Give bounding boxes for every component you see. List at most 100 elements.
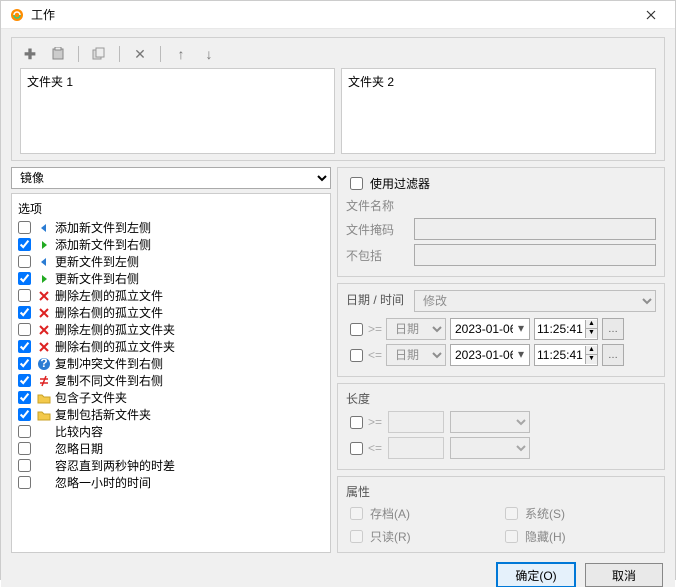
copy-icon[interactable] [89, 44, 109, 64]
folder-pane-2[interactable]: 文件夹 2 [341, 68, 656, 154]
option-row[interactable]: 忽略一小时的时间 [16, 474, 326, 491]
option-row[interactable]: 复制不同文件到右侧 [16, 372, 326, 389]
exclude-input[interactable] [414, 244, 656, 266]
ok-button[interactable]: 确定(O) [497, 563, 575, 587]
datetime-panel: 日期 / 时间 修改 >= 日期 ▲▼ … [337, 283, 665, 377]
option-row[interactable]: 容忍直到两秒钟的时差 [16, 457, 326, 474]
option-checkbox[interactable] [18, 221, 31, 234]
date-ge-picker-button[interactable]: … [602, 318, 624, 340]
option-checkbox[interactable] [18, 323, 31, 336]
option-row[interactable]: 添加新文件到左侧 [16, 219, 326, 236]
folder-pane-1[interactable]: 文件夹 1 [20, 68, 335, 154]
delete-red-icon [37, 323, 51, 337]
option-label: 忽略日期 [55, 440, 103, 457]
attr-hidden-checkbox[interactable] [505, 530, 518, 543]
add-icon[interactable]: ✚ [20, 44, 40, 64]
date-le-input[interactable] [450, 344, 530, 366]
use-filter-checkbox[interactable] [350, 177, 363, 190]
option-checkbox[interactable] [18, 476, 31, 489]
length-ge-unit-select[interactable] [450, 411, 530, 433]
close-button[interactable] [635, 1, 667, 29]
option-row[interactable]: ?复制冲突文件到右侧 [16, 355, 326, 372]
attr-system-checkbox[interactable] [505, 507, 518, 520]
folder-2-label: 文件夹 2 [348, 75, 394, 89]
toolbar-separator [160, 46, 161, 62]
length-le-checkbox[interactable] [350, 442, 363, 455]
option-label: 比较内容 [55, 423, 103, 440]
option-row[interactable]: 删除左侧的孤立文件夹 [16, 321, 326, 338]
option-checkbox[interactable] [18, 425, 31, 438]
option-row[interactable]: 包含子文件夹 [16, 389, 326, 406]
use-filter-label: 使用过滤器 [370, 175, 430, 192]
length-le-input[interactable] [388, 437, 444, 459]
dialog-window: 工作 ✚ ✕ ↑ ↓ [0, 0, 676, 580]
options-listbox[interactable]: 选项 添加新文件到左侧添加新文件到右侧更新文件到左侧更新文件到右侧删除左侧的孤立… [11, 193, 331, 553]
option-label: 更新文件到右侧 [55, 270, 139, 287]
toolbar-panel: ✚ ✕ ↑ ↓ 文件夹 1 文件夹 2 [11, 37, 665, 161]
length-ge-checkbox[interactable] [350, 416, 363, 429]
option-checkbox[interactable] [18, 289, 31, 302]
option-row[interactable]: 删除右侧的孤立文件 [16, 304, 326, 321]
filter-panel: 使用过滤器 文件名称 文件掩码 不包括 [337, 167, 665, 277]
folder-1-label: 文件夹 1 [27, 75, 73, 89]
option-label: 添加新文件到左侧 [55, 219, 151, 236]
option-checkbox[interactable] [18, 442, 31, 455]
filename-label: 文件名称 [346, 197, 656, 214]
delete-red-icon [37, 340, 51, 354]
delete-red-icon [37, 289, 51, 303]
date-le-picker-button[interactable]: … [602, 344, 624, 366]
option-checkbox[interactable] [18, 459, 31, 472]
paste-icon[interactable] [48, 44, 68, 64]
length-panel: 长度 >= <= [337, 383, 665, 470]
date-le-type-select[interactable]: 日期 [386, 344, 446, 366]
option-label: 添加新文件到右侧 [55, 236, 151, 253]
date-ge-checkbox[interactable] [350, 323, 363, 336]
blank-icon [37, 476, 51, 490]
option-checkbox[interactable] [18, 391, 31, 404]
option-row[interactable]: 添加新文件到右侧 [16, 236, 326, 253]
datetime-mode-select[interactable]: 修改 [414, 290, 656, 312]
option-row[interactable]: 更新文件到左侧 [16, 253, 326, 270]
option-row[interactable]: 比较内容 [16, 423, 326, 440]
option-checkbox[interactable] [18, 408, 31, 421]
delete-red-icon [37, 306, 51, 320]
delete-icon[interactable]: ✕ [130, 44, 150, 64]
option-label: 删除右侧的孤立文件夹 [55, 338, 175, 355]
arrow-right-green-icon [37, 238, 51, 252]
cancel-button[interactable]: 取消 [585, 563, 663, 587]
move-up-icon[interactable]: ↑ [171, 44, 191, 64]
date-ge-row: >= 日期 ▲▼ … [346, 318, 656, 340]
option-checkbox[interactable] [18, 306, 31, 319]
move-down-icon[interactable]: ↓ [199, 44, 219, 64]
option-checkbox[interactable] [18, 272, 31, 285]
mask-input[interactable] [414, 218, 656, 240]
option-checkbox[interactable] [18, 357, 31, 370]
option-label: 复制不同文件到右侧 [55, 372, 163, 389]
mask-label: 文件掩码 [346, 221, 406, 238]
date-ge-input[interactable] [450, 318, 530, 340]
toolbar: ✚ ✕ ↑ ↓ [20, 44, 656, 64]
time-ge-input[interactable]: ▲▼ [534, 318, 598, 340]
date-le-checkbox[interactable] [350, 349, 363, 362]
option-checkbox[interactable] [18, 340, 31, 353]
option-row[interactable]: 复制包括新文件夹 [16, 406, 326, 423]
attributes-header: 属性 [346, 483, 656, 500]
length-ge-input[interactable] [388, 411, 444, 433]
date-ge-type-select[interactable]: 日期 [386, 318, 446, 340]
option-checkbox[interactable] [18, 374, 31, 387]
option-label: 更新文件到左侧 [55, 253, 139, 270]
option-row[interactable]: 更新文件到右侧 [16, 270, 326, 287]
content-area: ✚ ✕ ↑ ↓ 文件夹 1 文件夹 2 [1, 29, 675, 563]
mode-select[interactable]: 镜像 [11, 167, 331, 189]
time-le-input[interactable]: ▲▼ [534, 344, 598, 366]
option-row[interactable]: 删除左侧的孤立文件 [16, 287, 326, 304]
option-row[interactable]: 忽略日期 [16, 440, 326, 457]
option-row[interactable]: 删除右侧的孤立文件夹 [16, 338, 326, 355]
option-checkbox[interactable] [18, 255, 31, 268]
option-label: 忽略一小时的时间 [55, 474, 151, 491]
attr-readonly-checkbox[interactable] [350, 530, 363, 543]
arrow-left-blue-icon [37, 255, 51, 269]
attr-archive-checkbox[interactable] [350, 507, 363, 520]
length-le-unit-select[interactable] [450, 437, 530, 459]
option-checkbox[interactable] [18, 238, 31, 251]
